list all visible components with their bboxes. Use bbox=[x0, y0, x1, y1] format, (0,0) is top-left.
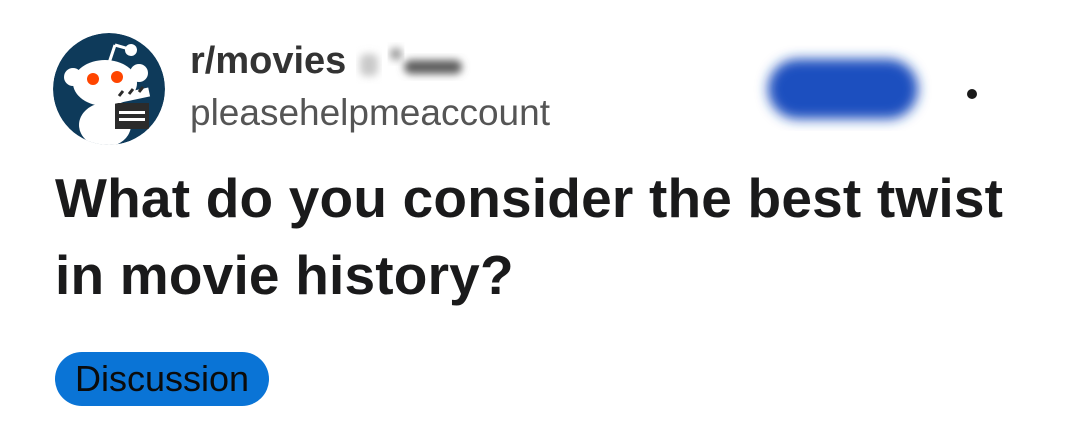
dot-glyph bbox=[967, 89, 977, 99]
post-card: r/movies pleasehelpmeaccount What do you… bbox=[0, 0, 1079, 445]
subreddit-avatar-icon[interactable] bbox=[53, 33, 165, 145]
subreddit-name[interactable]: r/movies bbox=[190, 38, 346, 84]
post-author[interactable]: pleasehelpmeaccount bbox=[190, 90, 550, 136]
more-options-icon[interactable] bbox=[958, 80, 986, 108]
post-flair[interactable]: Discussion bbox=[55, 352, 270, 406]
post-title[interactable]: What do you consider the best twist in m… bbox=[55, 160, 1055, 314]
join-button[interactable] bbox=[752, 45, 932, 131]
redacted-smudge bbox=[360, 48, 462, 76]
snoo-clapperboard-icon bbox=[53, 33, 165, 145]
